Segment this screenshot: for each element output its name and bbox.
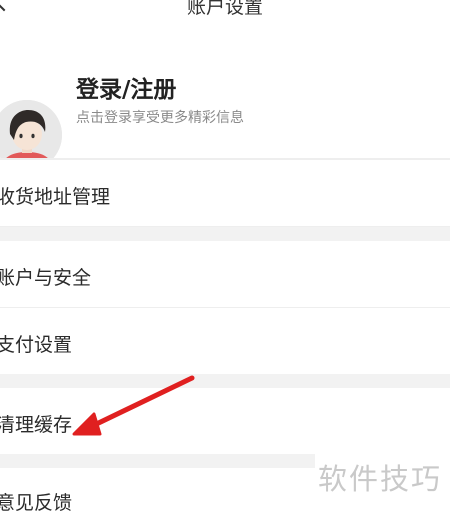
menu-item-address[interactable]: 收货地址管理 — [0, 160, 450, 227]
chevron-right-icon — [445, 332, 450, 352]
chevron-right-icon — [445, 412, 450, 432]
chevron-right-icon — [445, 265, 450, 285]
chevron-right-icon — [445, 87, 450, 107]
menu-item-payment[interactable]: 支付设置 — [0, 308, 450, 374]
menu-item-label: 账户与安全 — [0, 267, 92, 289]
login-subtitle: 点击登录享受更多精彩信息 — [76, 110, 244, 126]
annotation-arrow-icon — [72, 375, 195, 436]
login-register-row[interactable]: 登录/注册 点击登录享受更多精彩信息 — [0, 40, 450, 170]
chevron-right-icon — [445, 184, 450, 204]
page-title: 账户设置 — [186, 0, 263, 18]
section-gap — [0, 454, 315, 468]
section-gap — [0, 227, 450, 241]
watermark: 软件技巧 — [318, 462, 443, 496]
menu-item-account-security[interactable]: 账户与安全 — [0, 241, 450, 308]
login-title: 登录/注册 — [76, 77, 177, 103]
menu-item-label: 意见反馈 — [0, 492, 73, 514]
menu-item-label: 收货地址管理 — [0, 186, 111, 208]
header-bar: 账户设置 — [0, 0, 450, 30]
menu-item-label: 支付设置 — [0, 334, 73, 356]
